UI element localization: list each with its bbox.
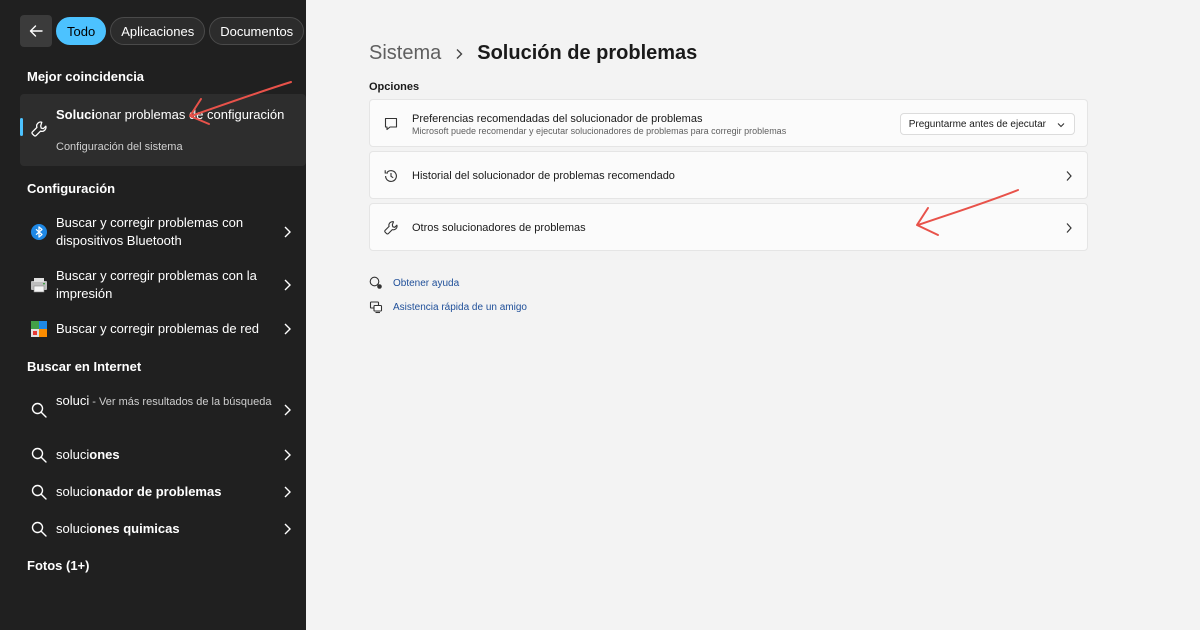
card-troubleshooter-history[interactable]: Historial del solucionador de problemas … <box>369 151 1088 199</box>
network-icon <box>31 321 47 337</box>
help-icon <box>369 276 382 289</box>
card-title: Historial del solucionador de problemas … <box>412 170 675 182</box>
web-section-heading: Buscar en Internet <box>27 359 142 374</box>
config-item-bluetooth[interactable]: Buscar y corregir problemas con disposit… <box>20 212 306 252</box>
settings-window: Sistema Solución de problemas Opciones P… <box>306 0 1200 630</box>
best-match-title: Solucionar problemas de configuración <box>56 107 285 122</box>
history-icon <box>384 170 397 182</box>
breadcrumb-parent[interactable]: Sistema <box>369 42 441 65</box>
web-result-item[interactable]: soluci - Ver más resultados de la búsque… <box>20 390 306 430</box>
card-description: Microsoft puede recomendar y ejecutar so… <box>412 126 787 136</box>
filter-chip-aplicaciones[interactable]: Aplicaciones <box>110 17 206 45</box>
best-match-result[interactable]: Solucionar problemas de configuración Co… <box>20 94 306 166</box>
config-item-label: Buscar y corregir problemas de red <box>56 321 260 336</box>
card-title: Otros solucionadores de problemas <box>412 222 586 234</box>
config-item-network[interactable]: Buscar y corregir problemas de red <box>20 318 306 340</box>
wrench-icon <box>384 221 398 235</box>
web-result-item[interactable]: soluciones quimicas <box>20 518 306 540</box>
selection-indicator <box>20 118 23 136</box>
config-section-heading: Configuración <box>27 181 116 196</box>
chevron-right-icon <box>284 523 291 535</box>
web-result-label: soluciones <box>56 447 120 462</box>
chevron-right-icon <box>284 323 291 335</box>
filter-chip-todo[interactable]: Todo <box>56 17 107 45</box>
card-title: Preferencias recomendadas del solucionad… <box>412 113 703 125</box>
chevron-right-icon <box>1066 223 1072 233</box>
chevron-right-icon <box>284 486 291 498</box>
config-item-printer[interactable]: Buscar y corregir problemas con la impre… <box>20 265 306 305</box>
page-title: Solución de problemas <box>477 42 698 64</box>
search-panel: Todo Aplicaciones Documentos Mejor coinc… <box>0 0 306 630</box>
printer-icon <box>31 278 47 293</box>
remote-assist-icon <box>369 301 383 314</box>
web-result-label: solucionador de problemas <box>56 484 222 499</box>
photos-heading[interactable]: Fotos (1+) <box>27 558 89 573</box>
chevron-right-icon <box>1066 171 1072 181</box>
wrench-icon <box>31 121 47 137</box>
dropdown-value: Preguntarme antes de ejecutar <box>908 118 1046 130</box>
options-section-label: Opciones <box>369 81 420 93</box>
best-match-heading: Mejor coincidencia <box>27 69 145 84</box>
get-help-link[interactable]: Obtener ayuda <box>369 276 459 290</box>
link-label: Obtener ayuda <box>393 277 460 289</box>
best-match-subtitle: Configuración del sistema <box>56 141 183 153</box>
back-button[interactable] <box>20 15 52 47</box>
chevron-right-icon <box>284 279 291 291</box>
breadcrumb: Sistema Solución de problemas <box>369 42 697 65</box>
card-other-troubleshooters[interactable]: Otros solucionadores de problemas <box>369 203 1088 251</box>
link-label: Asistencia rápida de un amigo <box>393 301 527 313</box>
config-item-label: Buscar y corregir problemas con la impre… <box>56 268 257 301</box>
search-icon <box>31 402 47 418</box>
web-result-item[interactable]: soluciones <box>20 444 306 466</box>
bluetooth-icon <box>31 224 47 240</box>
chevron-right-icon <box>284 404 291 416</box>
web-result-item[interactable]: solucionador de problemas <box>20 481 306 503</box>
search-icon <box>31 484 47 500</box>
back-arrow-icon <box>29 25 43 37</box>
run-preference-dropdown[interactable]: Preguntarme antes de ejecutar <box>899 113 1075 135</box>
card-recommended-preferences: Preferencias recomendadas del solucionad… <box>369 99 1088 147</box>
search-icon <box>31 521 47 537</box>
config-item-label: Buscar y corregir problemas con disposit… <box>56 215 244 248</box>
search-filter-bar: Todo Aplicaciones Documentos <box>20 15 306 47</box>
web-result-label: soluci - Ver más resultados de la búsque… <box>56 393 272 408</box>
search-icon <box>31 447 47 463</box>
filter-chip-documentos[interactable]: Documentos <box>209 17 305 45</box>
chevron-right-icon <box>284 449 291 461</box>
chat-icon <box>384 117 398 131</box>
web-result-label: soluciones quimicas <box>56 521 180 536</box>
chevron-right-icon <box>284 226 291 238</box>
quick-assist-link[interactable]: Asistencia rápida de un amigo <box>369 300 527 314</box>
chevron-right-icon <box>456 48 463 59</box>
chevron-down-icon <box>1057 123 1065 128</box>
